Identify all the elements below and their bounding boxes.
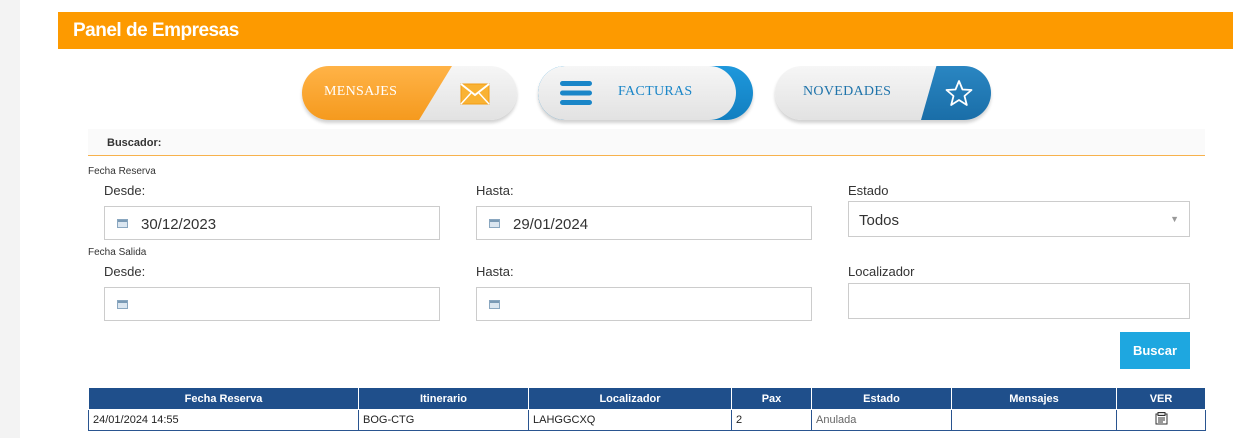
search-section-title: Buscador: <box>107 137 162 149</box>
star-icon <box>945 79 973 112</box>
tab-novedades[interactable]: NOVEDADES <box>775 66 991 120</box>
table-row: 24/01/2024 14:55 BOG-CTG LAHGGCXQ 2 Anul… <box>88 409 1206 431</box>
estado-selected-value: Todos <box>859 212 900 229</box>
fecha-reserva-hasta-value: 29/01/2024 <box>513 216 589 233</box>
estado-select[interactable]: Todos ▼ <box>848 201 1190 237</box>
tab-mensajes-label: MENSAJES <box>324 84 398 99</box>
menu-lines-icon <box>560 81 592 110</box>
cell-ver <box>1116 409 1206 431</box>
fecha-reserva-desde-label: Desde: <box>104 183 146 198</box>
results-table: Fecha Reserva Itinerario Localizador Pax… <box>88 387 1206 431</box>
cell-estado: Anulada <box>811 409 952 431</box>
left-margin-strip <box>0 0 20 438</box>
fecha-reserva-group-label: Fecha Reserva <box>88 166 156 177</box>
fecha-salida-hasta-input[interactable] <box>476 287 812 321</box>
table-header-row: Fecha Reserva Itinerario Localizador Pax… <box>88 387 1206 410</box>
fecha-reserva-desde-value: 30/12/2023 <box>141 216 217 233</box>
chevron-down-icon: ▼ <box>1170 214 1179 224</box>
fecha-reserva-hasta-label: Hasta: <box>476 183 514 198</box>
column-header-localizador[interactable]: Localizador <box>528 387 732 410</box>
search-section-header: Buscador: <box>88 129 1205 156</box>
envelope-icon <box>460 83 490 110</box>
column-header-pax[interactable]: Pax <box>731 387 812 410</box>
estado-label: Estado <box>848 183 889 198</box>
tab-novedades-label: NOVEDADES <box>803 84 892 99</box>
cell-itinerario: BOG-CTG <box>358 409 529 431</box>
tab-facturas-label: FACTURAS <box>618 84 693 99</box>
fecha-salida-group-label: Fecha Salida <box>88 247 147 258</box>
calendar-icon <box>117 219 128 228</box>
cell-fecha-reserva: 24/01/2024 14:55 <box>88 409 359 431</box>
view-document-icon[interactable] <box>1155 412 1168 428</box>
cell-localizador: LAHGGCXQ <box>528 409 732 431</box>
calendar-icon <box>489 300 500 309</box>
cell-mensajes <box>951 409 1117 431</box>
fecha-salida-desde-label: Desde: <box>104 264 146 279</box>
page-header: Panel de Empresas <box>58 12 1233 49</box>
fecha-reserva-hasta-input[interactable]: 29/01/2024 <box>476 206 812 240</box>
column-header-mensajes[interactable]: Mensajes <box>951 387 1117 410</box>
cell-pax: 2 <box>731 409 812 431</box>
column-header-ver[interactable]: VER <box>1116 387 1206 410</box>
column-header-itinerario[interactable]: Itinerario <box>358 387 529 410</box>
localizador-input[interactable] <box>848 283 1190 319</box>
fecha-salida-hasta-label: Hasta: <box>476 264 514 279</box>
column-header-fecha-reserva[interactable]: Fecha Reserva <box>88 387 359 410</box>
calendar-icon <box>117 300 128 309</box>
column-header-estado[interactable]: Estado <box>811 387 952 410</box>
calendar-icon <box>489 219 500 228</box>
buscar-button[interactable]: Buscar <box>1120 332 1190 369</box>
tab-mensajes[interactable]: MENSAJES <box>302 66 517 120</box>
tab-facturas[interactable]: FACTURAS <box>538 66 753 120</box>
page-title: Panel de Empresas <box>73 20 239 41</box>
localizador-label: Localizador <box>848 264 915 279</box>
fecha-reserva-desde-input[interactable]: 30/12/2023 <box>104 206 440 240</box>
fecha-salida-desde-input[interactable] <box>104 287 440 321</box>
